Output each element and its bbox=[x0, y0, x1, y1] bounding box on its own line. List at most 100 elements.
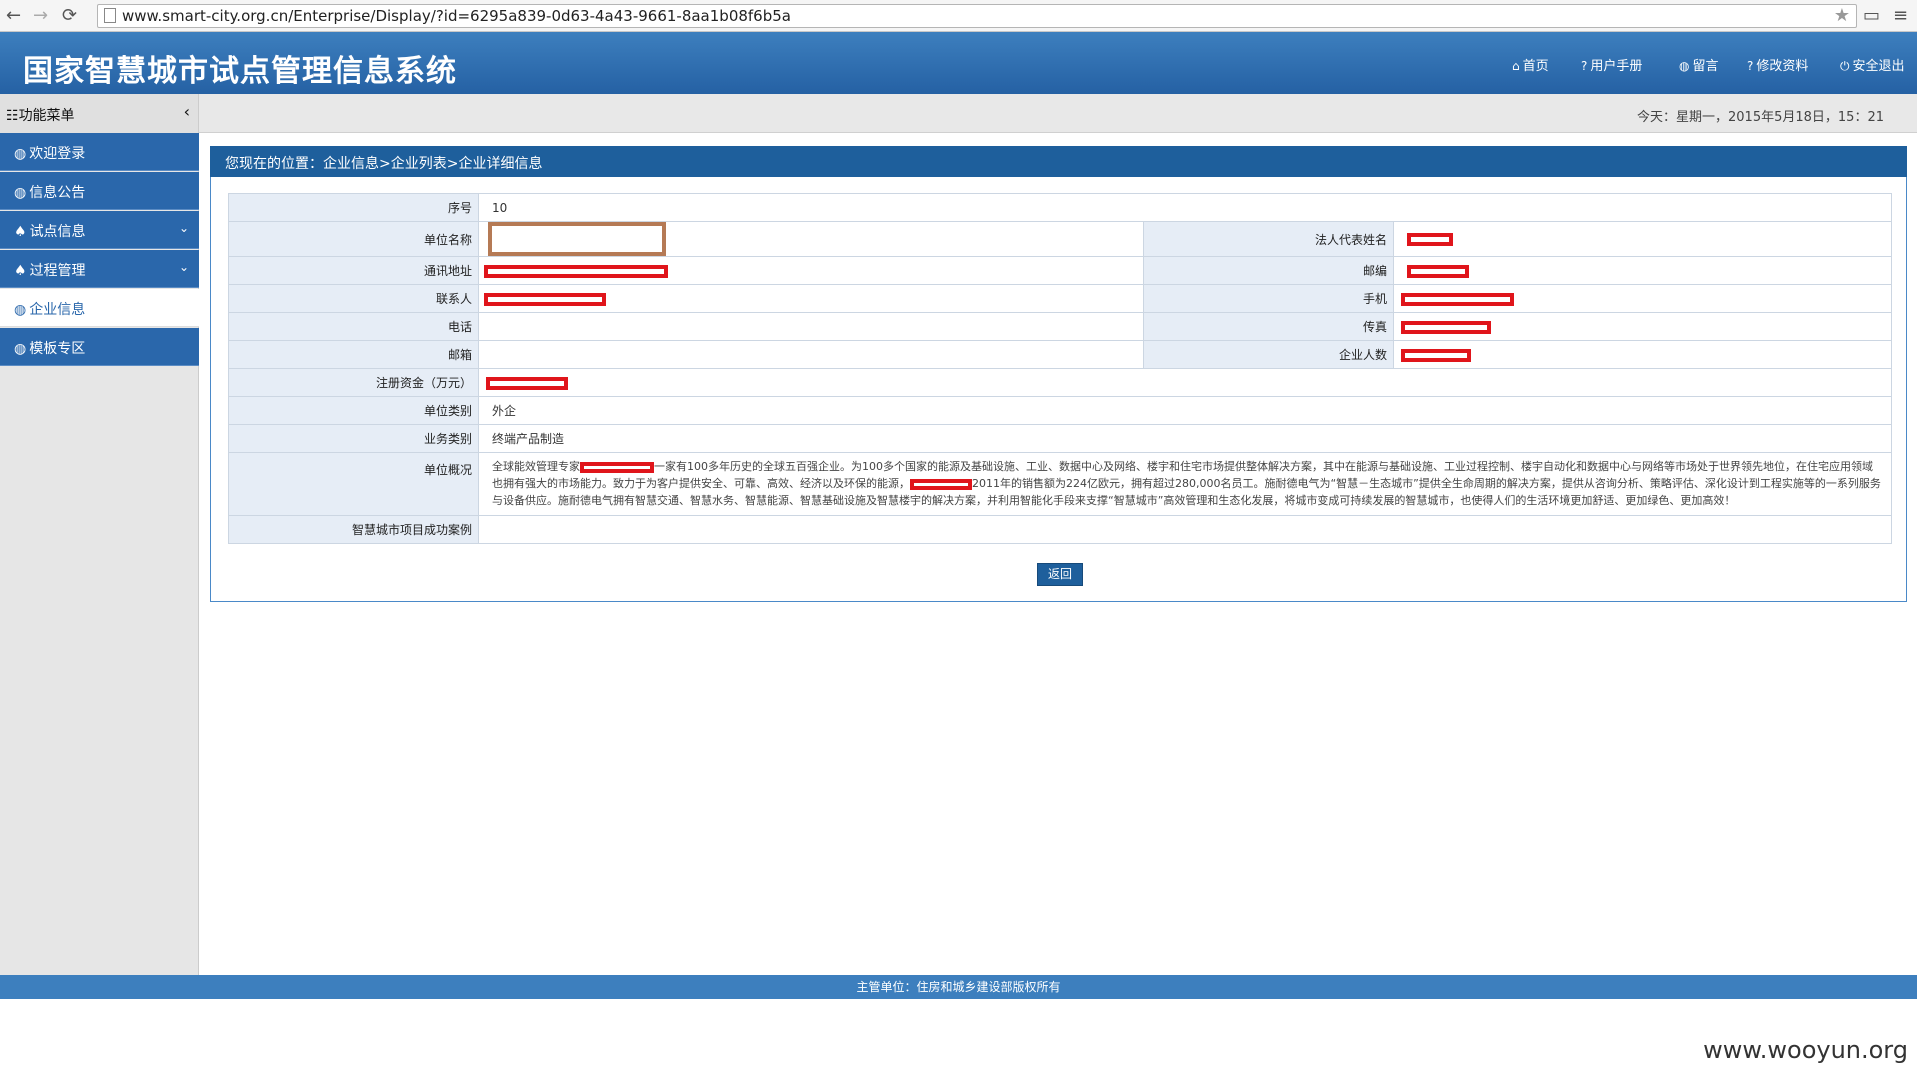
app-header: 国家智慧城市试点管理信息系统 ⌂ 首页 ? 用户手册 ◍ 留言 ? 修改资料 ⏻ 安全退出 bbox=[0, 32, 1917, 94]
sidebar-item-label: 信息公告 bbox=[29, 185, 86, 201]
globe-icon: ◍ bbox=[14, 302, 27, 318]
globe-icon: ◍ bbox=[14, 146, 27, 162]
seq-value: 10 bbox=[478, 193, 1892, 222]
collapse-icon[interactable]: ‹ bbox=[184, 102, 190, 121]
chevron-down-icon: ⌄ bbox=[178, 260, 189, 274]
table-row: 单位概况 全球能效管理专家 一家有100多年历史的全球五百强企业。为100多个国家… bbox=[228, 452, 1892, 516]
nav-message-label: 留言 bbox=[1692, 59, 1719, 74]
current-date: 今天：星期一，2015年5月18日，15：21 bbox=[1637, 110, 1884, 125]
table-row: 序号 10 bbox=[228, 193, 1892, 222]
category-label: 单位类别 bbox=[228, 396, 479, 425]
question-icon: ? bbox=[1747, 59, 1754, 73]
mobile-value bbox=[1393, 284, 1892, 313]
status-bar bbox=[0, 94, 1917, 133]
business-label: 业务类别 bbox=[228, 424, 479, 453]
address-bar[interactable]: www.smart-city.org.cn/Enterprise/Display… bbox=[97, 4, 1857, 28]
nav-home-label: 首页 bbox=[1522, 59, 1549, 74]
redaction-mark bbox=[484, 264, 668, 278]
contact-label: 联系人 bbox=[228, 284, 479, 313]
table-row: 注册资金（万元） bbox=[228, 368, 1892, 397]
capital-label: 注册资金（万元） bbox=[228, 368, 479, 397]
redaction-mark bbox=[1401, 320, 1491, 334]
table-row: 通讯地址 邮编 bbox=[228, 256, 1892, 285]
browser-menu-icon[interactable]: ≡ bbox=[1893, 5, 1908, 26]
table-row: 单位类别 外企 bbox=[228, 396, 1892, 425]
sidebar-item-notice[interactable]: ◍ 信息公告 bbox=[0, 172, 199, 210]
table-row: 邮箱 企业人数 bbox=[228, 340, 1892, 369]
back-button[interactable]: 返回 bbox=[1037, 563, 1083, 586]
fax-value bbox=[1393, 312, 1892, 341]
page-icon bbox=[104, 8, 116, 23]
fax-label: 传真 bbox=[1143, 312, 1394, 341]
home-icon: ⌂ bbox=[1512, 59, 1520, 73]
globe-icon: ◍ bbox=[14, 185, 27, 201]
back-icon[interactable]: ← bbox=[6, 5, 21, 27]
globe-icon: ◍ bbox=[1679, 59, 1690, 73]
redaction-mark bbox=[1401, 292, 1514, 306]
legal-value bbox=[1393, 221, 1892, 257]
sidebar-item-label: 试点信息 bbox=[29, 224, 86, 240]
enterprise-detail-table: 序号 10 单位名称 法人代表姓名 通讯地址 邮编 联系人 手机 电话 传真 邮… bbox=[228, 193, 1892, 544]
nav-profile-label: 修改资料 bbox=[1756, 59, 1809, 74]
footer: 主管单位：住房和城乡建设部版权所有 bbox=[0, 975, 1917, 999]
detail-panel: 序号 10 单位名称 法人代表姓名 通讯地址 邮编 联系人 手机 电话 传真 邮… bbox=[210, 177, 1907, 602]
list-icon: ☷ bbox=[6, 108, 19, 124]
sidebar-item-enterprise[interactable]: ◍ 企业信息 bbox=[0, 289, 199, 327]
forward-icon[interactable]: → bbox=[33, 5, 48, 27]
breadcrumb: 您现在的位置：企业信息>企业列表>企业详细信息 bbox=[210, 146, 1907, 177]
staff-value bbox=[1393, 340, 1892, 369]
watermark: www.wooyun.org bbox=[1703, 1036, 1908, 1064]
phone-value bbox=[478, 312, 1144, 341]
cast-icon[interactable]: ▭ bbox=[1863, 5, 1880, 26]
staff-label: 企业人数 bbox=[1143, 340, 1394, 369]
redaction-box bbox=[488, 222, 666, 256]
sidebar-item-pilot[interactable]: ♠ 试点信息 ⌄ bbox=[0, 211, 199, 249]
redaction-mark bbox=[1401, 348, 1471, 362]
mobile-label: 手机 bbox=[1143, 284, 1394, 313]
seq-label: 序号 bbox=[228, 193, 479, 222]
nav-profile-link[interactable]: ? 修改资料 bbox=[1747, 55, 1808, 74]
redaction-mark bbox=[486, 376, 568, 390]
browser-toolbar: ← → ⟳ www.smart-city.org.cn/Enterprise/D… bbox=[0, 0, 1917, 32]
sidebar-header: ☷功能菜单 ‹ bbox=[0, 94, 199, 133]
email-label: 邮箱 bbox=[228, 340, 479, 369]
nav-logout-link[interactable]: ⏻ 安全退出 bbox=[1840, 55, 1905, 74]
address-value bbox=[478, 256, 1144, 285]
redaction-mark bbox=[1407, 264, 1469, 278]
nav-logout-label: 安全退出 bbox=[1852, 59, 1905, 74]
sidebar-item-label: 企业信息 bbox=[29, 302, 86, 318]
nav-message-link[interactable]: ◍ 留言 bbox=[1679, 55, 1719, 74]
sidebar-item-label: 模板专区 bbox=[29, 341, 86, 357]
email-value bbox=[478, 340, 1144, 369]
nav-manual-link[interactable]: ? 用户手册 bbox=[1581, 55, 1642, 74]
phone-label: 电话 bbox=[228, 312, 479, 341]
business-value: 终端产品制造 bbox=[478, 424, 1892, 453]
sidebar: ◍ 欢迎登录 ◍ 信息公告 ♠ 试点信息 ⌄ ♠ 过程管理 ⌄ ◍ 企业信息 ◍ 模板专区 bbox=[0, 133, 199, 975]
nav-manual-label: 用户手册 bbox=[1590, 59, 1643, 74]
breadcrumb-text: 您现在的位置：企业信息>企业列表>企业详细信息 bbox=[225, 156, 543, 172]
reload-icon[interactable]: ⟳ bbox=[62, 5, 77, 27]
name-value bbox=[478, 221, 1144, 257]
bookmark-star-icon[interactable]: ★ bbox=[1834, 5, 1850, 26]
sidebar-title: 功能菜单 bbox=[18, 108, 75, 124]
overview-text-1: 全球能效管理专家 bbox=[492, 460, 580, 473]
redaction-mark bbox=[580, 461, 654, 473]
url-text[interactable]: www.smart-city.org.cn/Enterprise/Display… bbox=[122, 7, 791, 25]
redaction-mark bbox=[484, 292, 606, 306]
sidebar-item-welcome[interactable]: ◍ 欢迎登录 bbox=[0, 133, 199, 171]
power-icon: ⏻ bbox=[1840, 59, 1850, 73]
nav-home-link[interactable]: ⌂ 首页 bbox=[1512, 55, 1549, 74]
table-row: 联系人 手机 bbox=[228, 284, 1892, 313]
zip-label: 邮编 bbox=[1143, 256, 1394, 285]
globe-icon: ◍ bbox=[14, 341, 27, 357]
table-row: 智慧城市项目成功案例 bbox=[228, 515, 1892, 544]
sidebar-item-label: 欢迎登录 bbox=[29, 146, 86, 162]
cases-value bbox=[478, 515, 1892, 544]
table-row: 业务类别 终端产品制造 bbox=[228, 424, 1892, 453]
redaction-mark bbox=[910, 478, 972, 490]
sidebar-item-templates[interactable]: ◍ 模板专区 bbox=[0, 328, 199, 366]
name-label: 单位名称 bbox=[228, 221, 479, 257]
sidebar-item-process[interactable]: ♠ 过程管理 ⌄ bbox=[0, 250, 199, 288]
zip-value bbox=[1393, 256, 1892, 285]
question-icon: ? bbox=[1581, 59, 1588, 73]
